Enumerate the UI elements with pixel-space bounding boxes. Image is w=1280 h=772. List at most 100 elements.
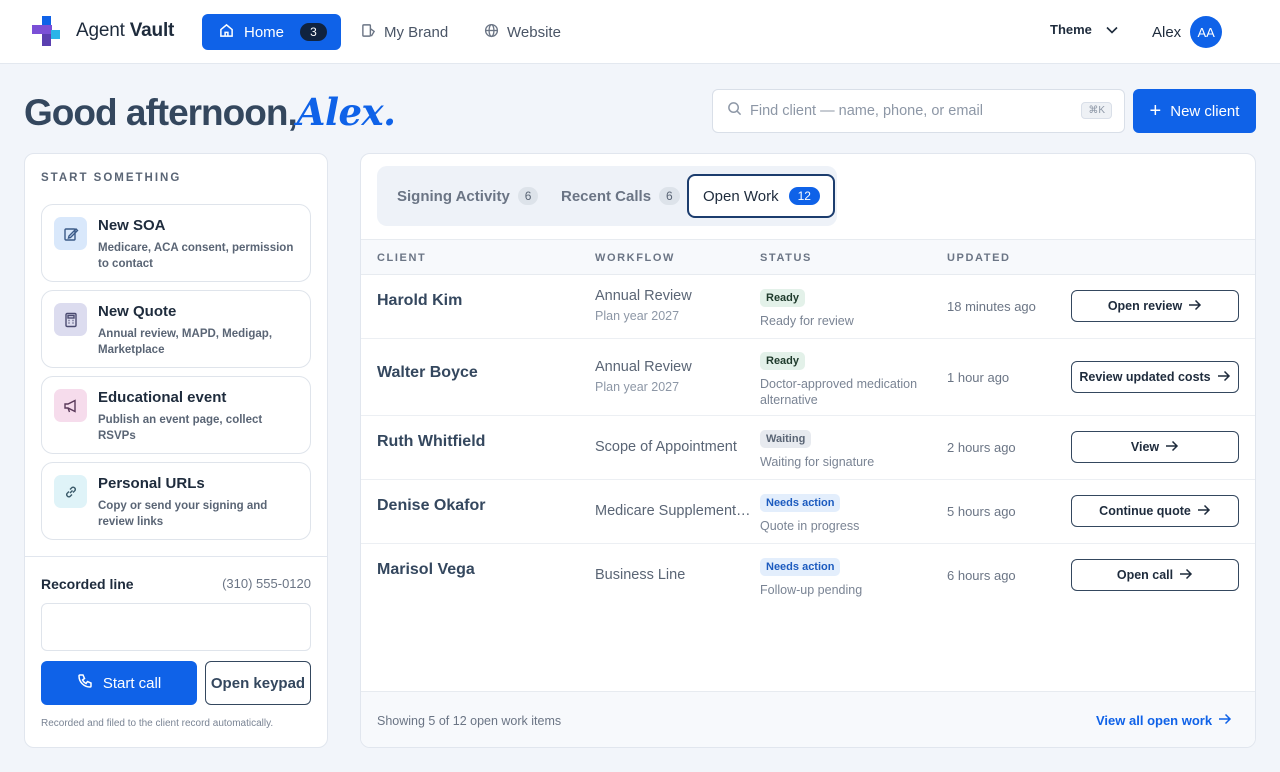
greeting-name: Alex.	[296, 90, 396, 134]
open-review-button[interactable]: Open review	[1071, 290, 1239, 322]
workflow-name: Business Line	[595, 567, 686, 583]
status-badge: Ready	[760, 289, 806, 307]
calculator-icon	[54, 303, 87, 336]
theme-selector[interactable]: Theme	[1050, 22, 1118, 37]
status-badge: Needs action	[760, 558, 841, 576]
table-row[interactable]: Marisol Vega Business Line Needs action …	[361, 544, 1255, 608]
view-button[interactable]: View	[1071, 431, 1239, 463]
table-row[interactable]: Denise Okafor Medicare Supplement… Needs…	[361, 480, 1255, 544]
user-menu[interactable]: Alex AA	[1152, 16, 1223, 48]
tab-count: 12	[788, 187, 820, 205]
tab-label: Recent Calls	[561, 187, 652, 205]
tab-recent-calls[interactable]: Recent Calls 6	[561, 174, 680, 218]
action-label: Review updated costs	[1079, 370, 1211, 384]
arrow-right-icon	[1212, 713, 1232, 728]
recorded-note: Recorded and filed to the client record …	[41, 718, 274, 729]
chevron-down-icon	[1092, 22, 1118, 37]
divider	[25, 556, 327, 557]
nav-website[interactable]: Website	[484, 14, 561, 50]
action-desc: Annual review, MAPD, Medigap, Marketplac…	[98, 328, 273, 356]
action-educational-event[interactable]: Educational event Publish an event page,…	[41, 376, 311, 454]
start-call-label: Start call	[102, 674, 162, 692]
arrow-right-icon	[1211, 370, 1231, 385]
megaphone-icon	[54, 389, 87, 422]
workflow-name: Medicare Supplement…	[595, 503, 751, 519]
client-name[interactable]: Marisol Vega	[377, 561, 475, 579]
updated-time: 18 minutes ago	[947, 299, 1036, 314]
nav-home-count: 3	[300, 23, 328, 41]
action-new-soa[interactable]: New SOA Medicare, ACA consent, permissio…	[41, 204, 311, 282]
updated-time: 5 hours ago	[947, 504, 1016, 519]
new-client-button[interactable]: + New client	[1133, 89, 1256, 133]
brand-name-bold: Vault	[129, 20, 175, 41]
status-detail: Follow-up pending	[760, 583, 863, 597]
nav-website-label: Website	[507, 23, 561, 41]
client-name[interactable]: Ruth Whitfield	[377, 433, 485, 451]
table-row[interactable]: Ruth Whitfield Scope of Appointment Wait…	[361, 416, 1255, 480]
open-call-button[interactable]: Open call	[1071, 559, 1239, 591]
user-name: Alex	[1152, 23, 1182, 41]
action-label: Open call	[1116, 568, 1174, 582]
table-footer: Showing 5 of 12 open work items View all…	[361, 691, 1255, 747]
logo-mark-icon	[32, 16, 62, 46]
workflow-sub: Plan year 2027	[595, 309, 680, 323]
status-detail: Waiting for signature	[760, 455, 875, 469]
theme-label: Theme	[1050, 22, 1092, 37]
open-keypad-button[interactable]: Open keypad	[205, 661, 311, 705]
page-title: Good afternoon,Alex.	[24, 90, 396, 134]
nav-home[interactable]: Home 3	[202, 14, 341, 50]
link-icon	[54, 475, 87, 508]
continue-quote-button[interactable]: Continue quote	[1071, 495, 1239, 527]
nav-my-brand[interactable]: My Brand	[361, 14, 448, 50]
action-new-quote[interactable]: New Quote Annual review, MAPD, Medigap, …	[41, 290, 311, 368]
top-bar: Agent Vault Home 3 My Brand Website Them…	[0, 0, 1280, 64]
action-label: Continue quote	[1099, 504, 1191, 518]
phone-icon	[77, 673, 103, 693]
view-all-label: View all open work	[1096, 713, 1213, 728]
arrow-right-icon	[1182, 299, 1202, 314]
action-desc: Publish an event page, collect RSVPs	[98, 414, 263, 442]
tab-open-work[interactable]: Open Work 12	[687, 174, 835, 218]
start-call-button[interactable]: Start call	[41, 661, 197, 705]
start-panel: START SOMETHING New SOA Medicare, ACA co…	[24, 153, 328, 748]
search-input[interactable]	[750, 103, 1070, 119]
view-all-open-work-link[interactable]: View all open work	[1096, 713, 1232, 728]
client-name[interactable]: Walter Boyce	[377, 364, 478, 382]
status-detail: Quote in progress	[760, 519, 860, 533]
updated-time: 2 hours ago	[947, 440, 1016, 455]
greeting-text: Good afternoon,	[24, 92, 298, 133]
tab-count: 6	[659, 187, 680, 205]
status-badge: Needs action	[760, 494, 841, 512]
table-row[interactable]: Harold Kim Annual Review Plan year 2027 …	[361, 275, 1255, 339]
action-title: New SOA	[98, 217, 166, 234]
column-header-workflow: WORKFLOW	[595, 252, 676, 264]
client-name[interactable]: Harold Kim	[377, 292, 462, 310]
status-detail: Doctor-approved medication alternative	[760, 377, 918, 407]
workflow-sub: Plan year 2027	[595, 380, 680, 394]
status-badge: Waiting	[760, 430, 812, 448]
search-icon	[727, 101, 742, 121]
start-section-title: START SOMETHING	[41, 172, 182, 184]
client-name[interactable]: Denise Okafor	[377, 497, 485, 515]
avatar: AA	[1190, 16, 1223, 48]
action-desc: Copy or send your signing and review lin…	[98, 500, 268, 528]
brand-icon	[361, 23, 376, 42]
edit-icon	[54, 217, 87, 250]
brand-name-regular: Agent	[76, 20, 125, 41]
column-header-status: STATUS	[760, 252, 812, 264]
logo[interactable]: Agent Vault	[32, 16, 174, 46]
table-row[interactable]: Walter Boyce Annual Review Plan year 202…	[361, 339, 1255, 416]
arrow-right-icon	[1191, 504, 1211, 519]
action-desc: Medicare, ACA consent, permission to con…	[98, 242, 294, 270]
nav-home-label: Home	[244, 23, 285, 41]
client-search[interactable]: ⌘K	[712, 89, 1125, 133]
dial-input[interactable]	[41, 603, 311, 651]
nav-my-brand-label: My Brand	[384, 23, 449, 41]
action-personal-urls[interactable]: Personal URLs Copy or send your signing …	[41, 462, 311, 540]
status-detail: Ready for review	[760, 314, 854, 328]
workflow-name: Scope of Appointment	[595, 439, 737, 455]
tab-signing-activity[interactable]: Signing Activity 6	[397, 174, 539, 218]
recorded-line-title: Recorded line	[41, 576, 134, 592]
globe-icon	[484, 23, 499, 42]
review-updated-costs-button[interactable]: Review updated costs	[1071, 361, 1239, 393]
